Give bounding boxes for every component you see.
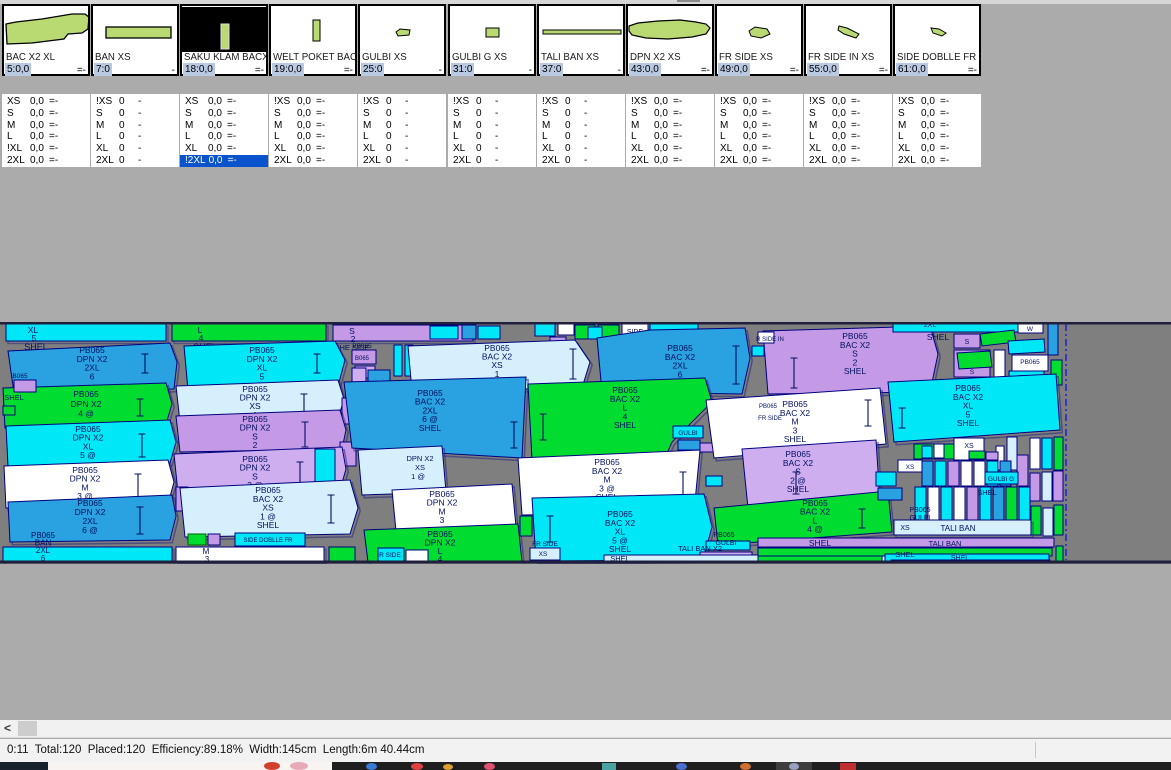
svg-text:S: S: [970, 369, 975, 376]
svg-text:PB065: PB065: [352, 343, 372, 350]
svg-text:SHEL: SHEL: [419, 423, 441, 433]
svg-text:SHEL: SHEL: [977, 488, 997, 497]
svg-text:R SIDE: R SIDE: [379, 552, 401, 559]
svg-text:W: W: [1027, 326, 1034, 333]
svg-text:SHEL: SHEL: [4, 393, 24, 402]
svg-text:SHEL: SHEL: [614, 420, 636, 430]
svg-text:XS: XS: [415, 463, 425, 472]
svg-text:TALI BAN: TALI BAN: [929, 539, 962, 548]
svg-text:XS: XS: [539, 551, 548, 558]
svg-text:GULBI G: GULBI G: [988, 476, 1014, 483]
svg-text:3: 3: [440, 515, 445, 525]
svg-text:GULBI: GULBI: [678, 430, 698, 437]
svg-text:SHEL: SHEL: [257, 520, 279, 530]
svg-text:1 @: 1 @: [411, 472, 425, 481]
svg-text:DPN X2: DPN X2: [71, 399, 102, 409]
svg-text:PB065: PB065: [759, 404, 778, 410]
svg-text:SHEL: SHEL: [895, 550, 915, 559]
svg-text:FR SIDE: FR SIDE: [532, 541, 558, 548]
svg-text:6: 6: [90, 371, 95, 381]
svg-text:DPN X2: DPN X2: [406, 454, 433, 463]
svg-text:PB065: PB065: [73, 389, 99, 399]
svg-text:XS: XS: [906, 464, 915, 471]
svg-text:4 @: 4 @: [78, 409, 94, 419]
svg-text:2: 2: [253, 440, 258, 450]
svg-text:6 @: 6 @: [82, 525, 98, 535]
svg-text:GULBI: GULBI: [715, 540, 736, 547]
svg-text:B065: B065: [12, 373, 28, 380]
svg-text:SHEL: SHEL: [927, 332, 949, 342]
svg-text:PB065: PB065: [713, 532, 734, 539]
svg-text:SHEL: SHEL: [787, 484, 809, 494]
svg-text:S: S: [965, 339, 970, 346]
svg-text:SHEL: SHEL: [957, 418, 979, 428]
svg-text:FR SIDE: FR SIDE: [758, 416, 782, 422]
svg-text:TALI BAN: TALI BAN: [941, 524, 976, 533]
svg-text:4 @: 4 @: [807, 524, 823, 534]
svg-text:PB065: PB065: [909, 507, 930, 514]
svg-text:5 @: 5 @: [80, 450, 96, 460]
svg-text:SIDE DOBLLE FR: SIDE DOBLLE FR: [243, 538, 293, 544]
svg-text:B065: B065: [355, 356, 370, 362]
svg-text:5: 5: [260, 371, 265, 381]
svg-text:R SIDE IN: R SIDE IN: [756, 337, 784, 343]
svg-text:SHEL: SHEL: [609, 544, 631, 554]
svg-text:SHEL: SHEL: [784, 434, 806, 444]
svg-text:SHEL: SHEL: [809, 538, 831, 548]
svg-text:XS: XS: [964, 443, 974, 450]
svg-text:SHEL: SHEL: [844, 366, 866, 376]
svg-text:XS: XS: [900, 525, 910, 532]
svg-text:GULBI: GULBI: [909, 515, 930, 522]
svg-text:PB065: PB065: [1020, 359, 1040, 366]
